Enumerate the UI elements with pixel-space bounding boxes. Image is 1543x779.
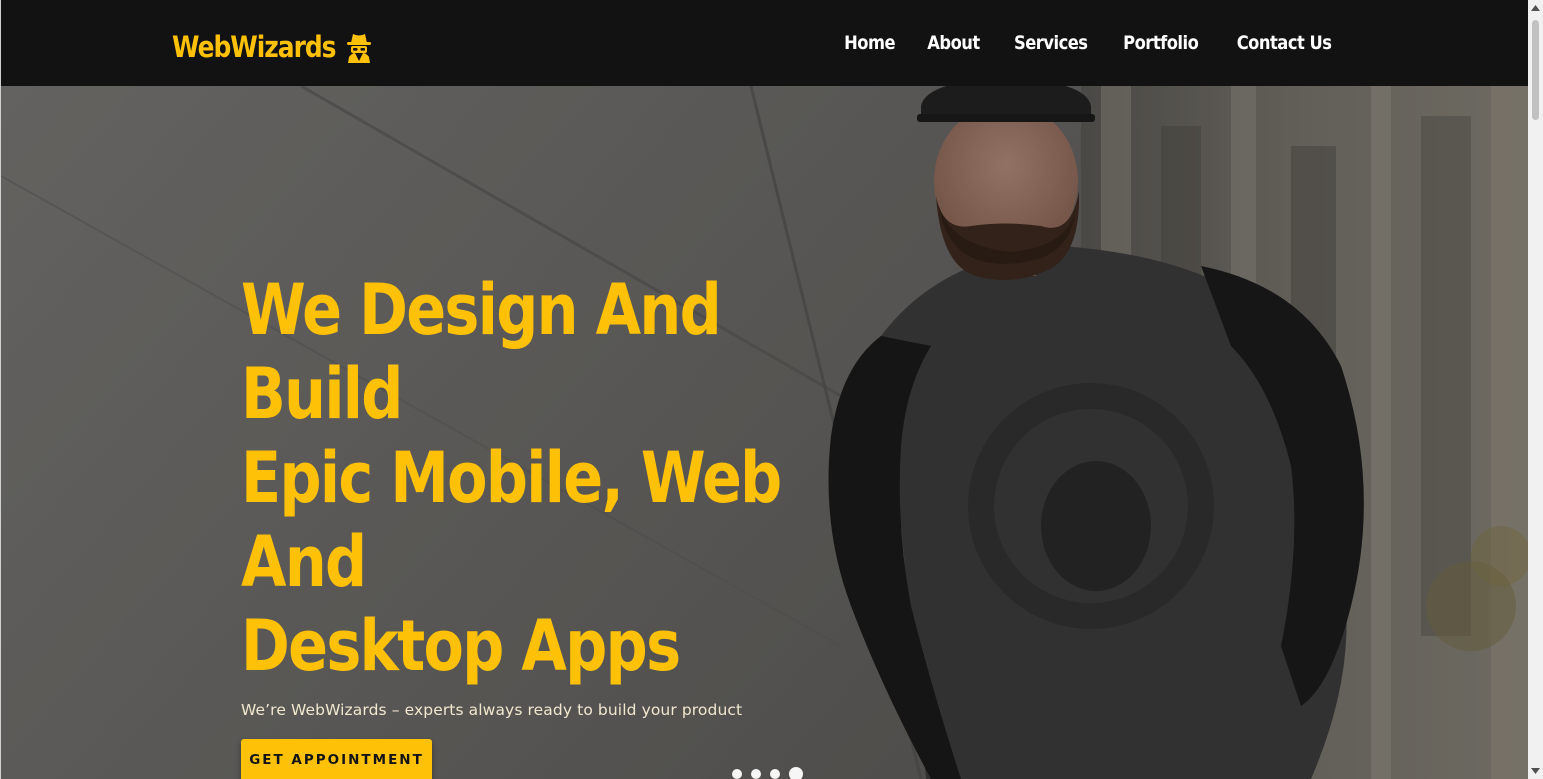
vertical-scrollbar[interactable]	[1528, 0, 1543, 779]
slider-pagination	[732, 767, 803, 779]
slider-dot-4-active[interactable]	[789, 767, 803, 779]
nav-link-services[interactable]: Services	[1014, 32, 1088, 54]
hero-content: We Design And Build Epic Mobile, Web And…	[241, 268, 941, 779]
nav-menu: Home About Services Portfolio Contact Us	[840, 32, 1339, 54]
user-secret-icon	[345, 31, 373, 63]
get-appointment-button[interactable]: GET APPOINTMENT	[241, 739, 432, 779]
nav-link-contact-us[interactable]: Contact Us	[1237, 32, 1332, 54]
page: WebWizards Home About Services Portfolio…	[0, 0, 1528, 779]
scroll-up-arrow-icon[interactable]	[1528, 0, 1543, 16]
hero-slider: We Design And Build Epic Mobile, Web And…	[1, 86, 1528, 779]
hero-title: We Design And Build Epic Mobile, Web And…	[241, 269, 782, 687]
nav-link-home[interactable]: Home	[844, 32, 895, 54]
hero-subtitle: We’re WebWizards – experts always ready …	[241, 701, 743, 719]
logo-text: WebWizards	[172, 30, 337, 64]
navbar: WebWizards Home About Services Portfolio…	[1, 0, 1528, 86]
slider-dot-3[interactable]	[770, 769, 780, 779]
nav-link-about[interactable]: About	[927, 32, 980, 54]
scroll-down-arrow-icon[interactable]	[1528, 763, 1543, 779]
slider-dot-2[interactable]	[751, 769, 761, 779]
logo[interactable]: WebWizards	[172, 30, 373, 64]
scrollbar-thumb[interactable]	[1532, 20, 1539, 120]
nav-link-portfolio[interactable]: Portfolio	[1124, 32, 1200, 54]
slider-dot-1[interactable]	[732, 769, 742, 779]
